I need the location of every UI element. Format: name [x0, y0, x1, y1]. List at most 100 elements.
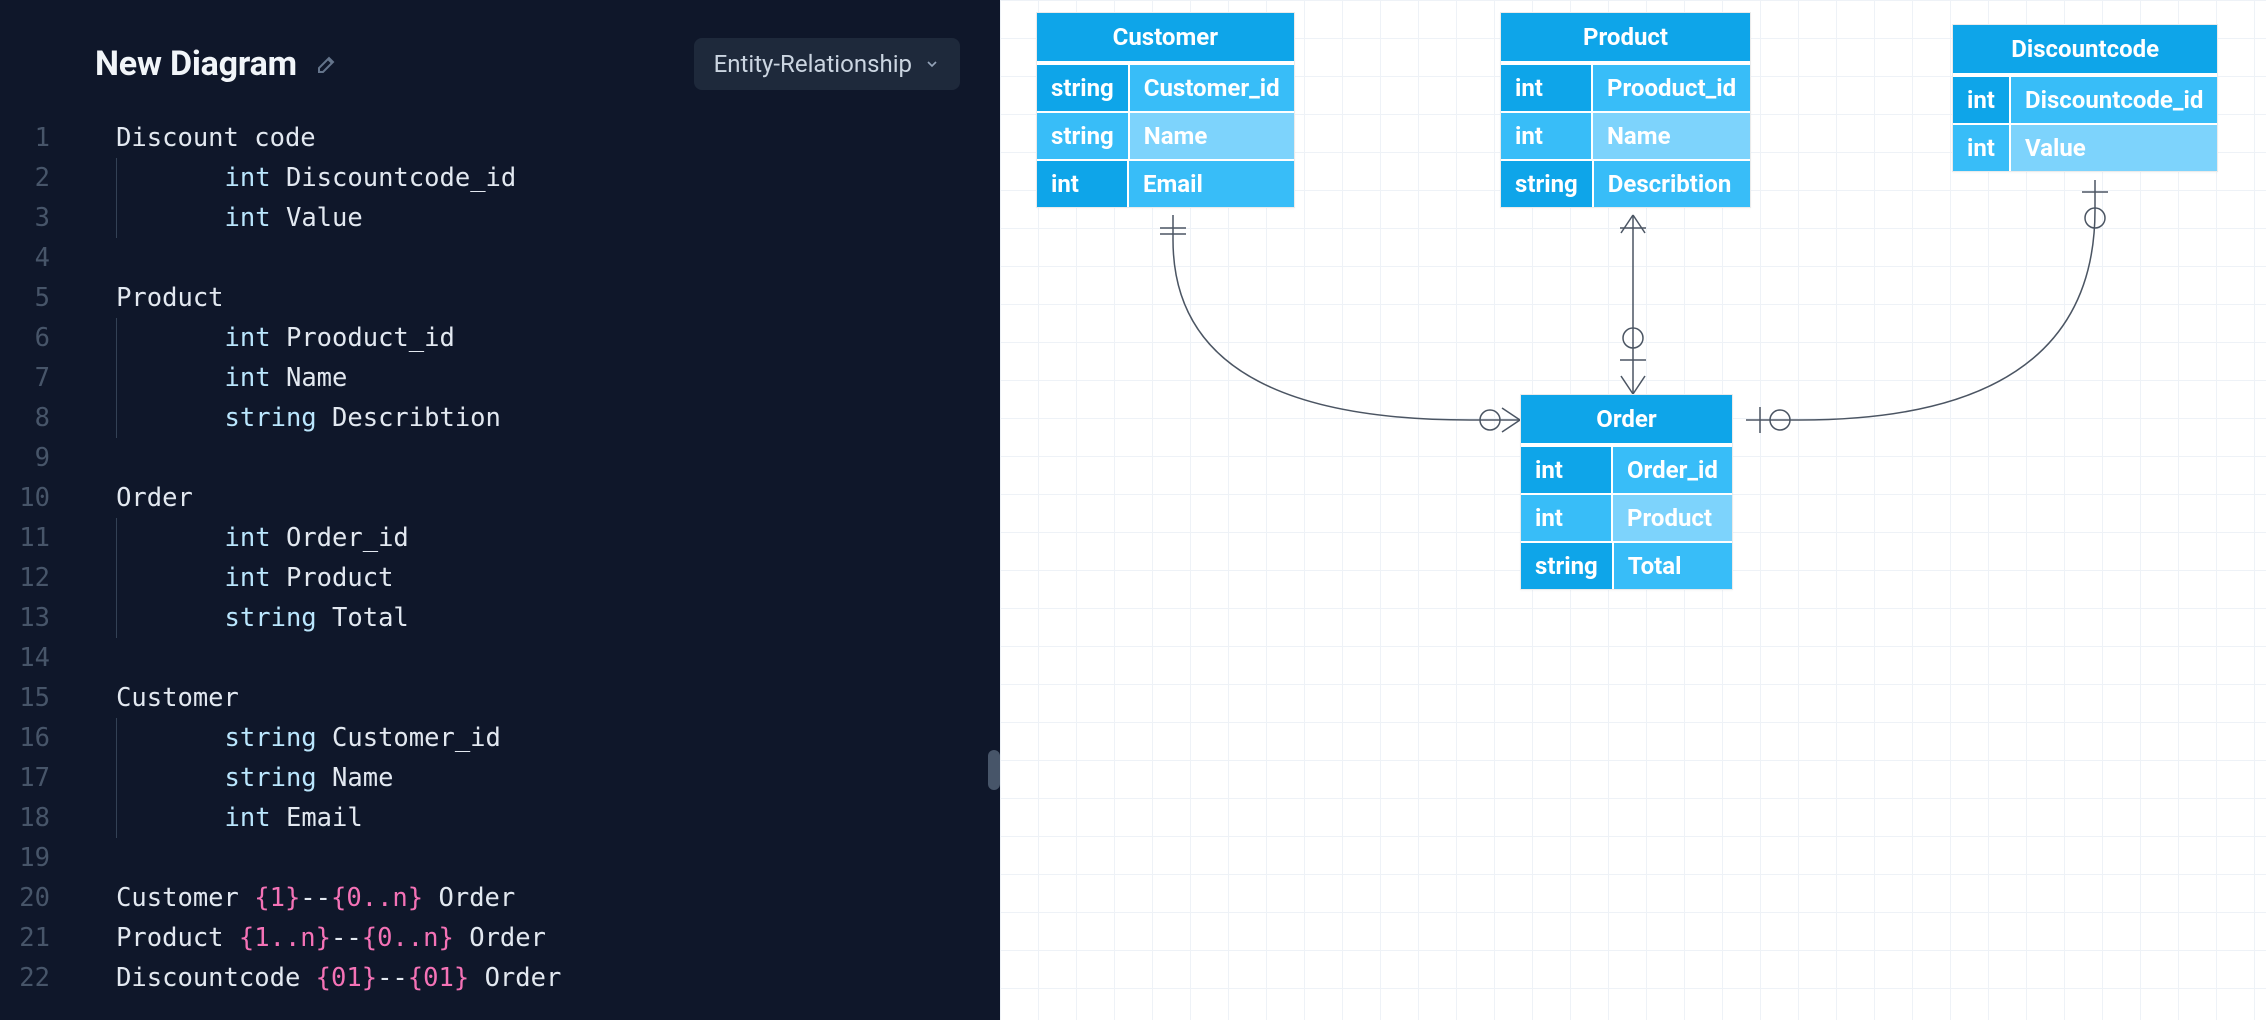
code-content: Customer: [70, 678, 239, 718]
entity-row: intProoduct_id: [1501, 63, 1750, 111]
entity-row: intEmail: [1037, 159, 1294, 207]
line-number: 9: [0, 438, 70, 478]
code-line[interactable]: 6 int Prooduct_id: [0, 318, 1000, 358]
entity-row: stringDescribtion: [1501, 159, 1750, 207]
field-name: Total: [1614, 541, 1732, 589]
field-type: int: [1521, 445, 1613, 493]
edge-product-order: [1620, 215, 1646, 394]
line-number: 5: [0, 278, 70, 318]
field-name: Order_id: [1613, 445, 1732, 493]
code-line[interactable]: 19: [0, 838, 1000, 878]
code-line[interactable]: 17 string Name: [0, 758, 1000, 798]
line-number: 16: [0, 718, 70, 758]
code-content: [70, 438, 116, 478]
field-type: string: [1521, 541, 1614, 589]
line-number: 12: [0, 558, 70, 598]
code-line[interactable]: 8 string Describtion: [0, 398, 1000, 438]
scrollbar-thumb[interactable]: [988, 750, 1000, 790]
code-content: [70, 238, 116, 278]
code-line[interactable]: 7 int Name: [0, 358, 1000, 398]
code-content: Product {1..n}--{0..n} Order: [70, 918, 546, 958]
code-line[interactable]: 15 Customer: [0, 678, 1000, 718]
entity-row: stringName: [1037, 111, 1294, 159]
code-line[interactable]: 5 Product: [0, 278, 1000, 318]
line-number: 8: [0, 398, 70, 438]
line-number: 20: [0, 878, 70, 918]
code-line[interactable]: 18 int Email: [0, 798, 1000, 838]
line-number: 7: [0, 358, 70, 398]
code-line[interactable]: 21 Product {1..n}--{0..n} Order: [0, 918, 1000, 958]
line-number: 13: [0, 598, 70, 638]
field-type: int: [1501, 63, 1593, 111]
code-line[interactable]: 11 int Order_id: [0, 518, 1000, 558]
code-line[interactable]: 13 string Total: [0, 598, 1000, 638]
field-name: Product: [1613, 493, 1732, 541]
entity-discountcode[interactable]: DiscountcodeintDiscountcode_idintValue: [1952, 24, 2218, 172]
line-number: 2: [0, 158, 70, 198]
line-number: 11: [0, 518, 70, 558]
code-editor[interactable]: 1 Discount code2 int Discountcode_id3 in…: [0, 118, 1000, 1020]
code-content: int Product: [70, 558, 393, 598]
pencil-icon[interactable]: [315, 52, 339, 76]
code-content: Customer {1}--{0..n} Order: [70, 878, 515, 918]
code-line[interactable]: 3 int Value: [0, 198, 1000, 238]
line-number: 15: [0, 678, 70, 718]
diagram-type-dropdown[interactable]: Entity-Relationship: [694, 38, 960, 90]
entity-order[interactable]: OrderintOrder_idintProductstringTotal: [1520, 394, 1733, 590]
line-number: 6: [0, 318, 70, 358]
entity-customer[interactable]: CustomerstringCustomer_idstringNameintEm…: [1036, 12, 1295, 208]
editor-panel: New Diagram Entity-Relationship 1 Discou…: [0, 0, 1000, 1020]
code-line[interactable]: 2 int Discountcode_id: [0, 158, 1000, 198]
entity-row: stringCustomer_id: [1037, 63, 1294, 111]
edge-customer-order: [1160, 215, 1520, 432]
diagram-title[interactable]: New Diagram: [95, 44, 297, 84]
code-content: string Describtion: [70, 398, 501, 438]
edge-discountcode-order: [1746, 180, 2108, 433]
line-number: 10: [0, 478, 70, 518]
entity-row: intValue: [1953, 123, 2217, 171]
code-line[interactable]: 16 string Customer_id: [0, 718, 1000, 758]
entity-row: intOrder_id: [1521, 445, 1732, 493]
entity-row: intProduct: [1521, 493, 1732, 541]
code-content: [70, 638, 116, 678]
code-line[interactable]: 10 Order: [0, 478, 1000, 518]
entity-header: Order: [1521, 395, 1732, 445]
app-root: New Diagram Entity-Relationship 1 Discou…: [0, 0, 2266, 1020]
field-name: Prooduct_id: [1593, 63, 1750, 111]
entity-header: Discountcode: [1953, 25, 2217, 75]
entity-row: stringTotal: [1521, 541, 1732, 589]
entity-header: Customer: [1037, 13, 1294, 63]
line-number: 14: [0, 638, 70, 678]
chevron-down-icon: [924, 56, 940, 72]
diagram-canvas[interactable]: CustomerstringCustomer_idstringNameintEm…: [1000, 0, 2266, 1020]
code-line[interactable]: 1 Discount code: [0, 118, 1000, 158]
code-content: Discountcode {01}--{01} Order: [70, 958, 561, 998]
field-type: string: [1037, 111, 1130, 159]
code-content: string Name: [70, 758, 393, 798]
code-content: Product: [70, 278, 224, 318]
code-line[interactable]: 9: [0, 438, 1000, 478]
line-number: 19: [0, 838, 70, 878]
field-name: Name: [1593, 111, 1750, 159]
code-line[interactable]: 20 Customer {1}--{0..n} Order: [0, 878, 1000, 918]
field-name: Discountcode_id: [2011, 75, 2217, 123]
code-content: Order: [70, 478, 193, 518]
line-number: 4: [0, 238, 70, 278]
entity-product[interactable]: ProductintProoduct_idintNamestringDescri…: [1500, 12, 1751, 208]
entity-header: Product: [1501, 13, 1750, 63]
line-number: 22: [0, 958, 70, 998]
code-content: int Prooduct_id: [70, 318, 455, 358]
field-name: Customer_id: [1130, 63, 1294, 111]
code-content: [70, 838, 116, 878]
field-name: Name: [1130, 111, 1294, 159]
code-line[interactable]: 22 Discountcode {01}--{01} Order: [0, 958, 1000, 998]
line-number: 3: [0, 198, 70, 238]
field-type: int: [1953, 75, 2011, 123]
code-line[interactable]: 4: [0, 238, 1000, 278]
code-content: string Total: [70, 598, 409, 638]
line-number: 21: [0, 918, 70, 958]
code-line[interactable]: 12 int Product: [0, 558, 1000, 598]
field-type: string: [1501, 159, 1594, 207]
code-content: Discount code: [70, 118, 316, 158]
code-line[interactable]: 14: [0, 638, 1000, 678]
